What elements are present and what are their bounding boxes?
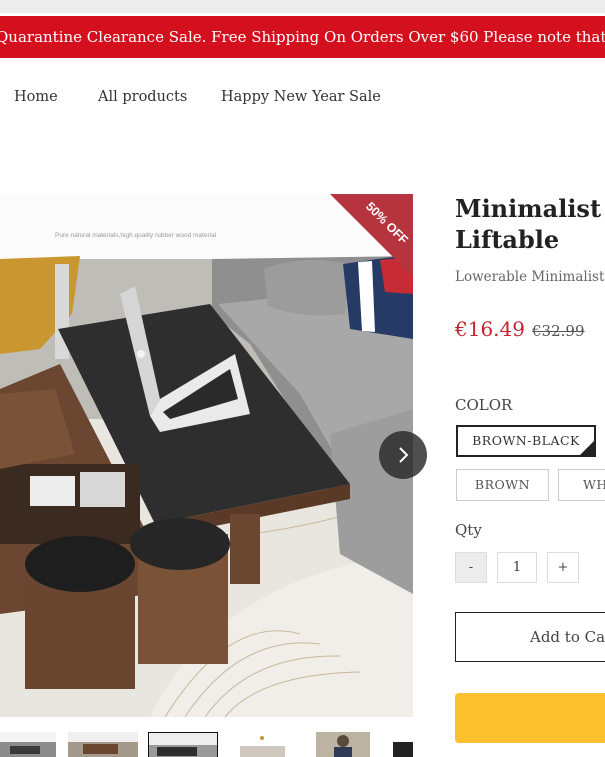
- nav-item-all-products[interactable]: All products: [98, 89, 187, 105]
- sale-price: €16.49: [455, 317, 525, 341]
- color-option-label-text: BROWN: [474, 477, 531, 492]
- quantity-increase-button[interactable]: +: [547, 552, 579, 583]
- browser-top-strip: [0, 0, 605, 13]
- promo-text: Quarantine Clearance Sale. Free Shipping…: [0, 28, 605, 46]
- quantity-label: Qty: [455, 521, 482, 539]
- thumbnail[interactable]: [230, 732, 295, 757]
- thumbnail[interactable]: [0, 732, 56, 757]
- thumbnail-active[interactable]: [148, 732, 218, 757]
- buy-now-button[interactable]: [455, 693, 605, 743]
- product-subtitle: Lowerable Minimalist R: [455, 269, 605, 285]
- color-option-brown-black[interactable]: BROWN-BLACK: [456, 425, 596, 457]
- nav-item-happy-new-year-sale[interactable]: Happy New Year Sale: [221, 89, 381, 105]
- selected-check-icon: [579, 440, 594, 455]
- gallery-next-button[interactable]: [379, 431, 427, 479]
- color-option-label-text: WH: [583, 477, 605, 492]
- chevron-right-icon: [399, 447, 409, 463]
- nav-item-home[interactable]: Home: [14, 89, 58, 105]
- thumbnail[interactable]: [393, 732, 413, 757]
- promo-banner: Quarantine Clearance Sale. Free Shipping…: [0, 16, 605, 58]
- compare-at-price: €32.99: [532, 322, 585, 340]
- thumbnail[interactable]: [316, 732, 370, 757]
- product-title-line2: Liftable: [455, 225, 560, 254]
- product-image: Pure natural materials,high quality rubb…: [0, 194, 413, 717]
- color-option-white[interactable]: WH: [558, 469, 605, 501]
- product-title: Minimalist R Liftable: [455, 193, 605, 255]
- color-option-label-text: BROWN-BLACK: [472, 433, 580, 448]
- quantity-decrease-button[interactable]: -: [455, 552, 487, 583]
- thumbnail[interactable]: [68, 732, 138, 757]
- product-title-line1: Minimalist R: [455, 194, 605, 223]
- quantity-input[interactable]: [497, 552, 537, 583]
- add-to-cart-label: Add to Car: [530, 628, 605, 646]
- product-gallery[interactable]: Pure natural materials,high quality rubb…: [0, 194, 413, 717]
- color-option-brown[interactable]: BROWN: [456, 469, 549, 501]
- thumbnail-strip: [0, 732, 413, 757]
- add-to-cart-button[interactable]: Add to Car: [455, 612, 605, 662]
- image-caption: Pure natural materials,high quality rubb…: [55, 232, 217, 239]
- color-option-label: COLOR: [455, 396, 513, 414]
